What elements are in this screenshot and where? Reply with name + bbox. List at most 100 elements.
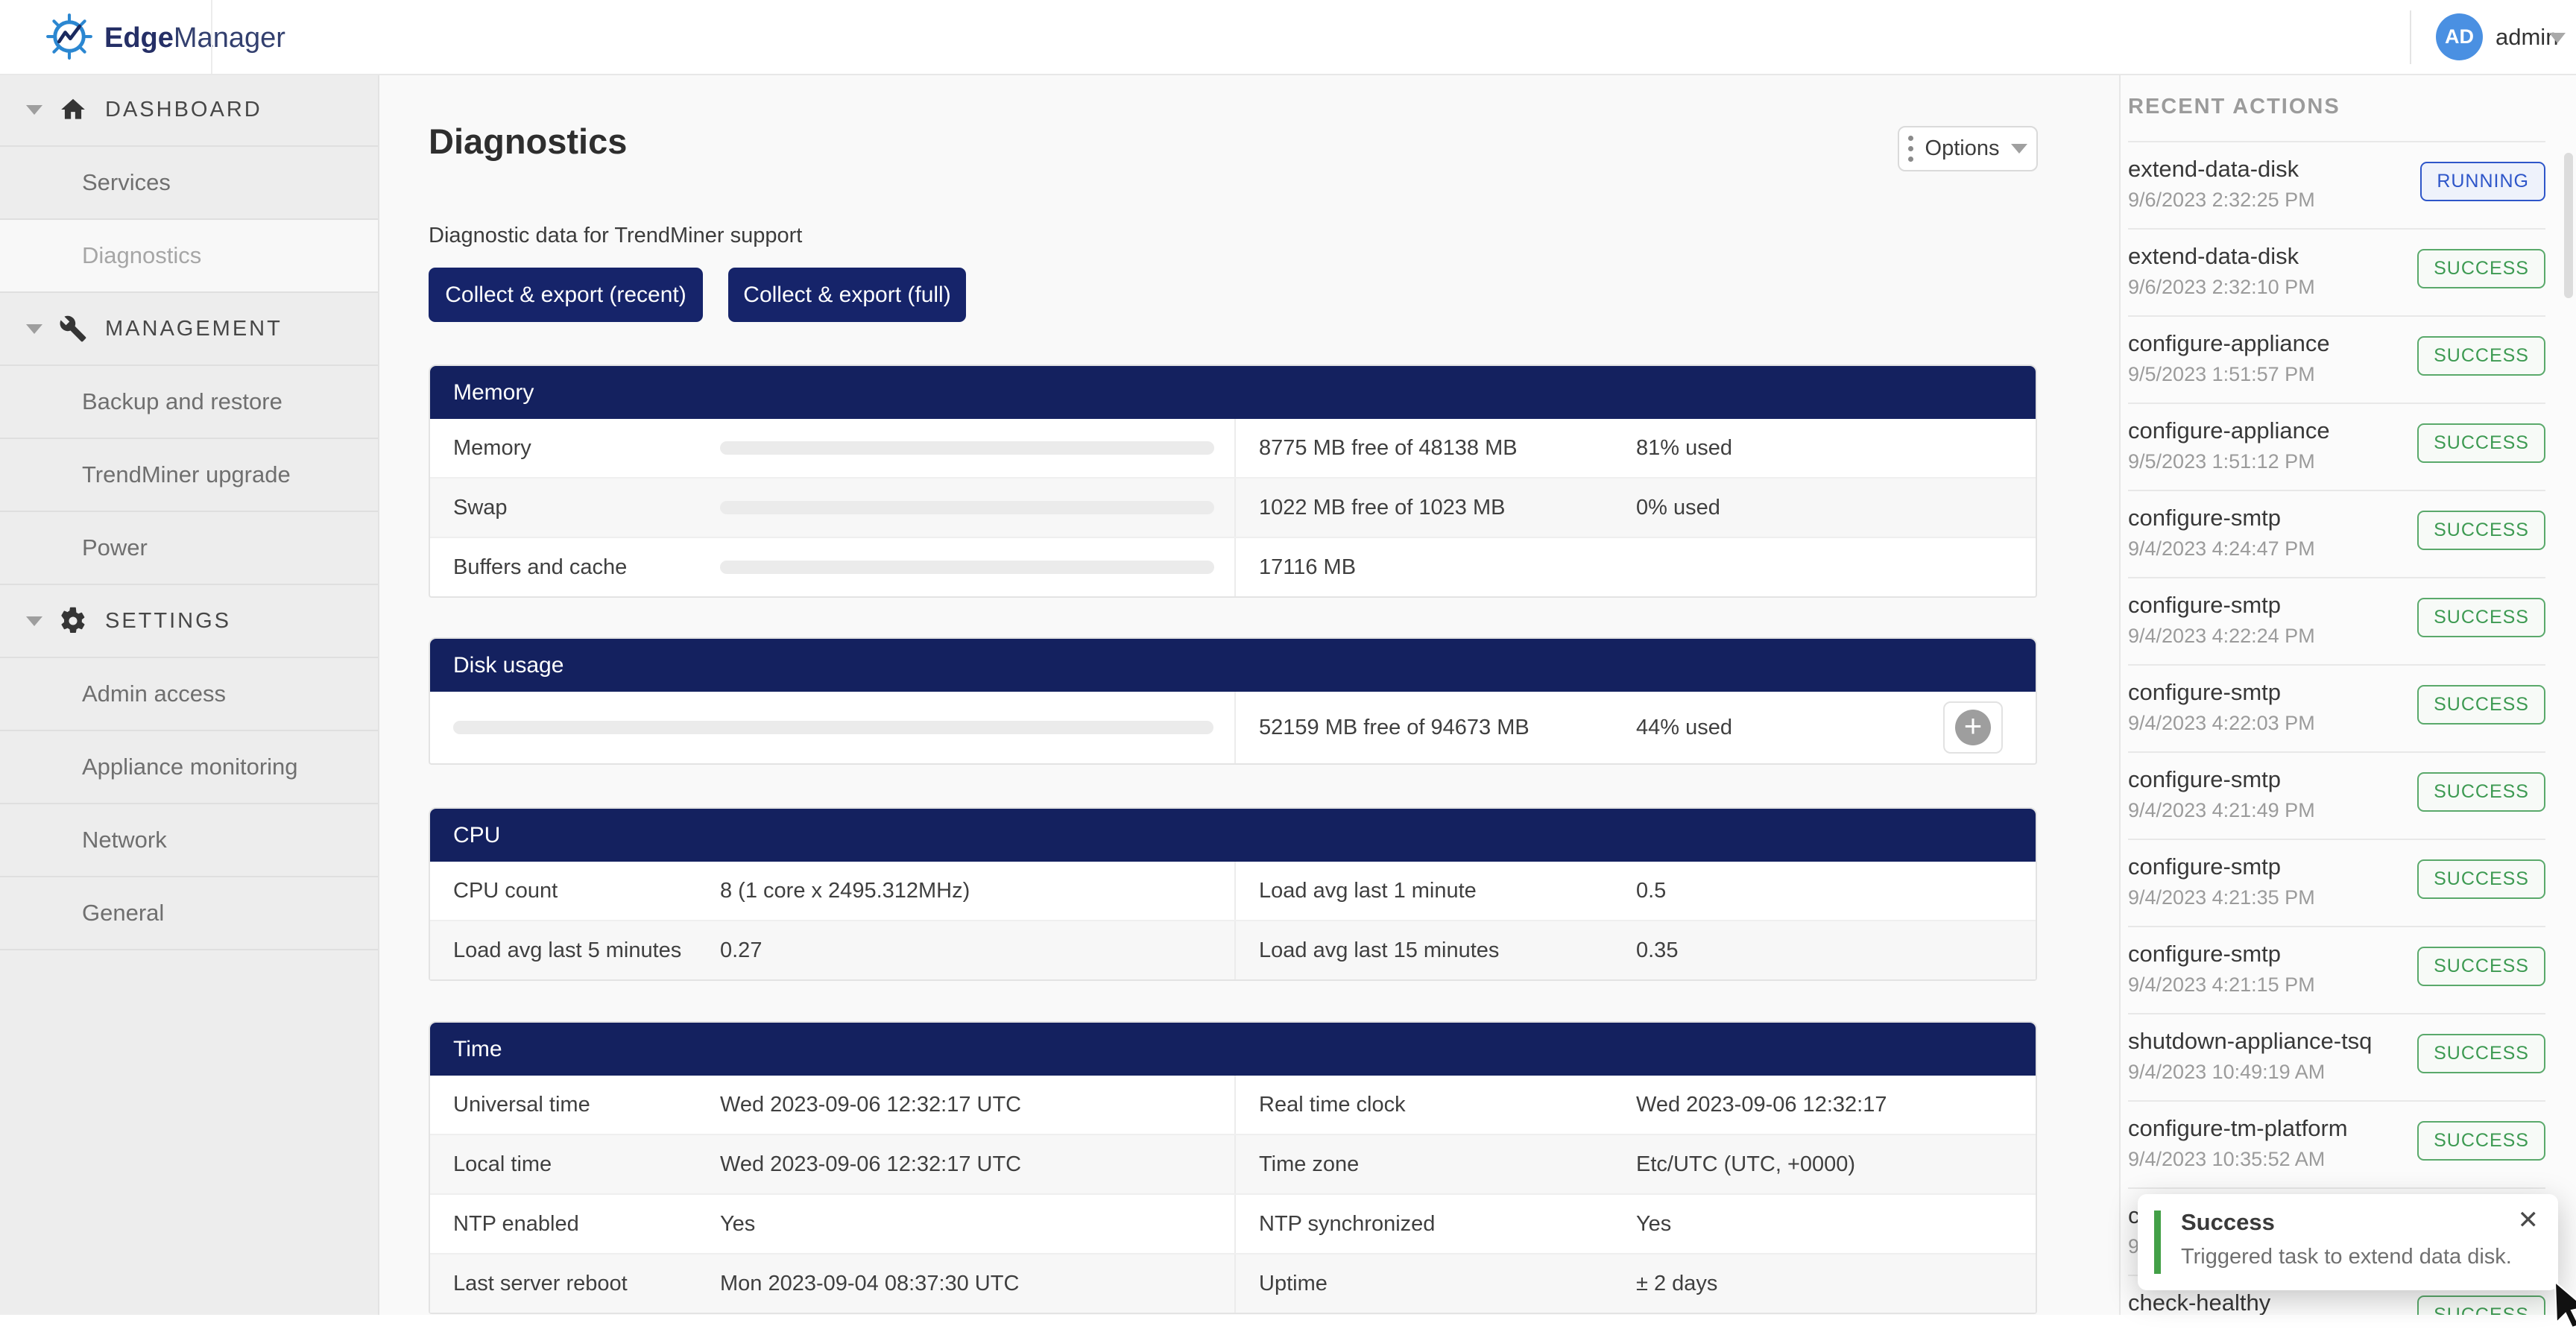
action-timestamp: 9/4/2023 4:21:49 PM [2128,799,2315,822]
table-row: CPU count 8 (1 core x 2495.312MHz) Load … [430,862,2036,920]
action-timestamp: 9/4/2023 4:24:47 PM [2128,537,2315,561]
toast-title: Success [2181,1209,2275,1236]
row-value: Wed 2023-09-06 12:32:17 UTC [720,1135,1021,1193]
buffers-progress-bar [720,561,1214,574]
row-value: Mon 2023-09-04 08:37:30 UTC [720,1254,1019,1313]
swap-used-value: 0% used [1636,479,1720,537]
sidebar-item-trendminer-upgrade[interactable]: TrendMiner upgrade [0,439,378,512]
sidebar-item-services[interactable]: Services [0,147,378,220]
row-value: 0.35 [1636,921,1678,979]
status-badge-success: SUCCESS [2417,1121,2545,1161]
action-name: shutdown-appliance-tsq [2128,1028,2372,1055]
status-badge-success: SUCCESS [2417,1295,2545,1315]
gear-icon [59,607,87,635]
app-logo: EdgeManager [45,12,285,65]
row-label: Local time [453,1135,552,1193]
status-badge-success: SUCCESS [2417,685,2545,725]
recent-action-item: configure-smtp 9/4/2023 4:22:03 PM SUCCE… [2128,664,2545,751]
sidebar-item-network[interactable]: Network [0,804,378,877]
action-name: configure-tm-platform [2128,1115,2348,1142]
chevron-down-icon [26,105,42,115]
scrollbar-thumb[interactable] [2564,153,2573,298]
memory-card-header: Memory [430,366,2036,419]
row-label: Swap [453,479,508,537]
row-value: Wed 2023-09-06 12:32:17 [1636,1076,1887,1134]
action-name: configure-appliance [2128,417,2330,444]
recent-action-item: shutdown-appliance-tsq 9/4/2023 10:49:19… [2128,1013,2545,1100]
status-badge-success: SUCCESS [2417,772,2545,812]
action-timestamp: 9/4/2023 10:49:19 AM [2128,1061,2325,1084]
chevron-down-icon [26,324,42,334]
action-timestamp: 9/4/2023 10:35:52 AM [2128,1148,2325,1171]
memory-progress-bar [720,441,1214,455]
row-label: Load avg last 1 minute [1259,862,1477,920]
row-label: Load avg last 5 minutes [453,921,681,979]
top-bar: EdgeManager AD admin [0,0,2576,75]
action-timestamp: 9/5/2023 1:51:12 PM [2128,450,2315,473]
row-label: Real time clock [1259,1076,1406,1134]
mouse-cursor [2552,1281,2576,1332]
memory-free-value: 8775 MB free of 48138 MB [1259,419,1518,477]
disk-card-header: Disk usage [430,639,2036,692]
row-value: 0.5 [1636,862,1666,920]
row-value: 8 (1 core x 2495.312MHz) [720,862,970,920]
collect-export-full-button[interactable]: Collect & export (full) [728,268,966,322]
table-row: Local time Wed 2023-09-06 12:32:17 UTC T… [430,1134,2036,1193]
recent-actions-title: RECENT ACTIONS [2128,95,2340,119]
action-timestamp: 9/6/2023 2:32:10 PM [2128,276,2315,299]
row-label: Buffers and cache [453,538,627,596]
sidebar-section-management[interactable]: MANAGEMENT [0,293,378,366]
row-label: Memory [453,419,531,477]
action-timestamp: 9/5/2023 1:51:57 PM [2128,363,2315,386]
status-badge-success: SUCCESS [2417,423,2545,463]
options-button[interactable]: Options [1898,126,2038,171]
status-badge-success: SUCCESS [2417,947,2545,986]
sidebar-item-power[interactable]: Power [0,512,378,585]
action-timestamp: 9/4/2023 4:22:24 PM [2128,625,2315,648]
table-row: Buffers and cache 17116 MB [430,537,2036,596]
row-value: 0.27 [720,921,762,979]
user-avatar[interactable]: AD [2436,13,2483,60]
table-row: Memory 8775 MB free of 48138 MB 81% used [430,419,2036,477]
sidebar-item-general[interactable]: General [0,877,378,950]
extend-disk-button[interactable]: + [1943,701,2003,754]
sidebar-section-settings[interactable]: SETTINGS [0,585,378,658]
memory-card: Memory Memory 8775 MB free of 48138 MB 8… [429,364,2037,598]
action-name: configure-smtp [2128,679,2281,706]
disk-used-value: 44% used [1636,692,1732,763]
time-card-header: Time [430,1023,2036,1076]
user-menu-caret-icon[interactable] [2549,33,2566,43]
page-title: Diagnostics [429,121,627,162]
sidebar-section-dashboard[interactable]: DASHBOARD [0,74,378,147]
recent-action-item: configure-smtp 9/4/2023 4:21:35 PM SUCCE… [2128,839,2545,926]
sidebar-item-backup-and-restore[interactable]: Backup and restore [0,366,378,439]
disk-free-value: 52159 MB free of 94673 MB [1259,692,1530,763]
chevron-down-icon [26,616,42,626]
options-label: Options [1925,136,2000,161]
sidebar-item-diagnostics[interactable]: Diagnostics [0,220,378,293]
recent-action-item: configure-smtp 9/4/2023 4:22:24 PM SUCCE… [2128,577,2545,664]
row-label: Last server reboot [453,1254,628,1313]
sidebar-item-appliance-monitoring[interactable]: Appliance monitoring [0,731,378,804]
success-toast: Success Triggered task to extend data di… [2138,1194,2558,1290]
row-value: ± 2 days [1636,1254,1717,1313]
sidebar-section-label: MANAGEMENT [105,317,282,341]
status-badge-success: SUCCESS [2417,249,2545,288]
row-value: Etc/UTC (UTC, +0000) [1636,1135,1855,1193]
sidebar-item-admin-access[interactable]: Admin access [0,658,378,731]
buffers-value: 17116 MB [1259,538,1356,596]
action-name: configure-smtp [2128,505,2281,531]
table-row: Universal time Wed 2023-09-06 12:32:17 U… [430,1076,2036,1134]
wrench-icon [59,315,87,343]
recent-action-item: configure-smtp 9/4/2023 4:24:47 PM SUCCE… [2128,490,2545,577]
close-icon[interactable]: ✕ [2518,1208,2539,1233]
collect-export-recent-button[interactable]: Collect & export (recent) [429,268,703,322]
toast-message: Triggered task to extend data disk. [2181,1245,2512,1269]
status-badge-success: SUCCESS [2417,859,2545,899]
status-badge-success: SUCCESS [2417,1034,2545,1073]
action-name: configure-smtp [2128,853,2281,880]
sidebar-section-label: DASHBOARD [105,98,262,122]
topbar-divider [2410,10,2411,64]
row-value: Yes [720,1195,755,1253]
row-label: NTP synchronized [1259,1195,1435,1253]
